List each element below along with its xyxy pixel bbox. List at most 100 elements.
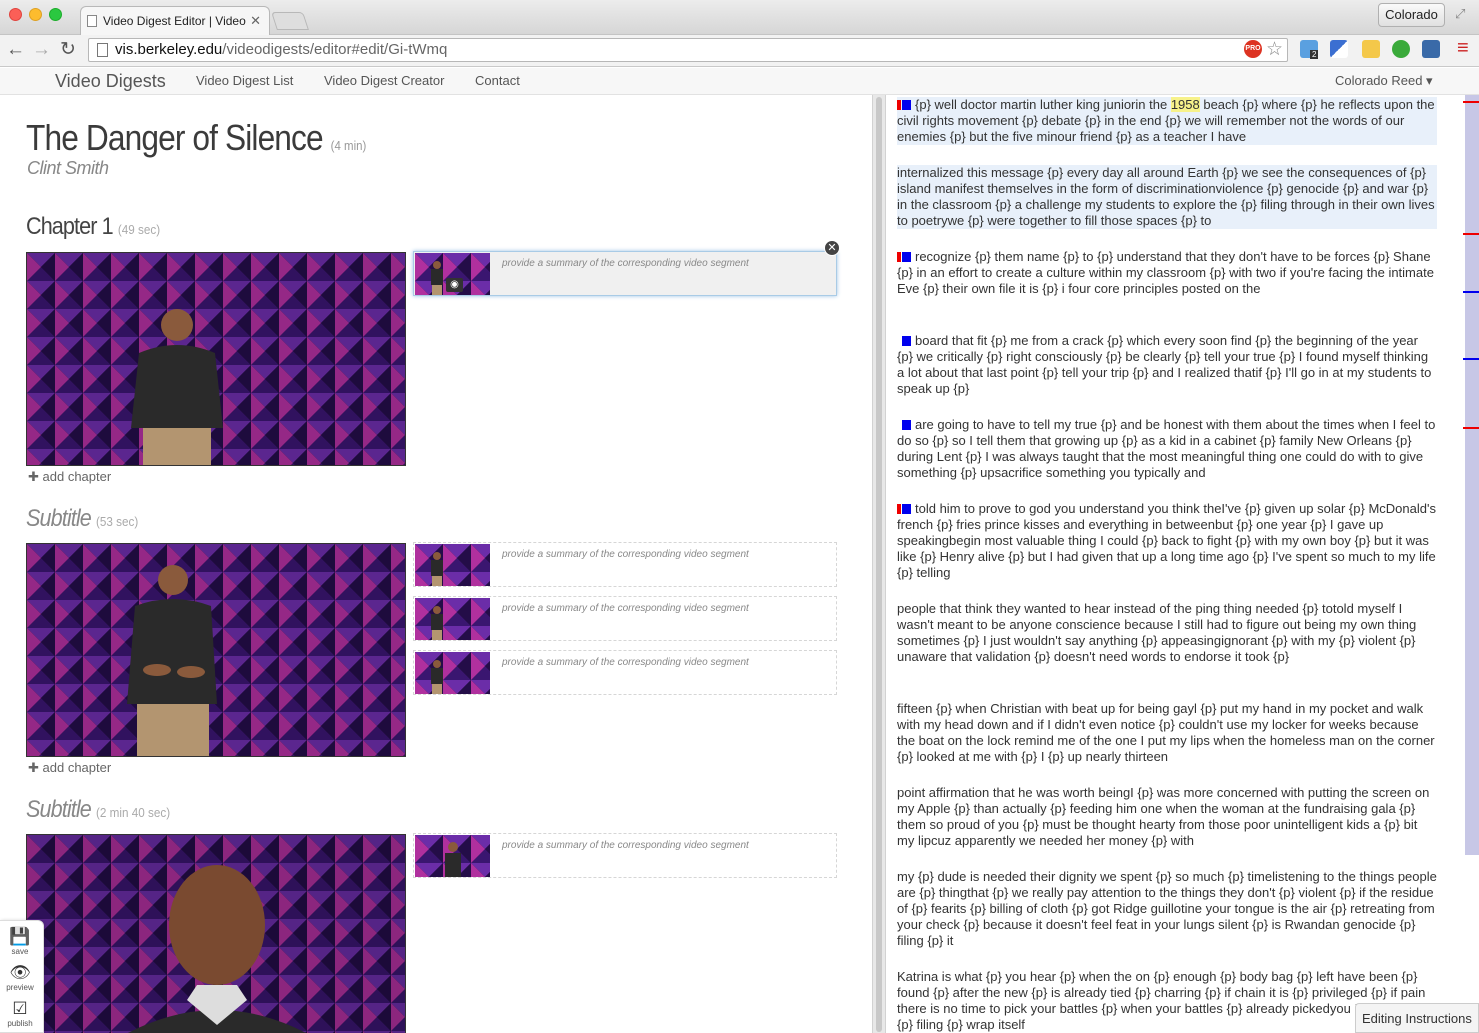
segment-card[interactable]: provide a summary of the corresponding v…	[413, 542, 837, 587]
minimap-subtitle-tick[interactable]	[1463, 291, 1479, 293]
transcript-paragraph[interactable]: recognize {p} them name {p} to {p} under…	[897, 249, 1437, 297]
menu-icon[interactable]: ≡	[1457, 37, 1469, 60]
publish-label: publish	[7, 1019, 33, 1028]
minimize-window-button[interactable]	[29, 8, 42, 21]
tab-title: Video Digest Editor | Video	[103, 14, 246, 28]
page-icon	[97, 43, 108, 57]
digest-duration: (4 min)	[330, 138, 367, 153]
transcript-pane: {p} well doctor martin luther king junio…	[886, 95, 1463, 1033]
minimap-chapter-tick[interactable]	[1463, 427, 1479, 429]
transcript-paragraph[interactable]: my {p} dude is needed their dignity we s…	[897, 869, 1437, 949]
plus-icon: ✚	[28, 469, 43, 484]
video-frame[interactable]	[26, 543, 406, 757]
segment-thumbnail[interactable]	[415, 544, 490, 586]
forward-icon[interactable]: →	[32, 38, 51, 62]
close-tab-icon[interactable]: ✕	[250, 13, 261, 29]
video-frame-image	[27, 544, 405, 756]
zoom-window-button[interactable]	[49, 8, 62, 21]
extension-badge-icon[interactable]: 2	[1300, 40, 1319, 59]
nav-link-digest-list[interactable]: Video Digest List	[196, 73, 293, 88]
segment-summary-input[interactable]: provide a summary of the corresponding v…	[502, 549, 749, 560]
checkbox-icon: ☑	[12, 999, 28, 1018]
subtitle-marker	[902, 336, 911, 346]
segment-thumbnail[interactable]	[415, 598, 490, 640]
extension-grid-icon[interactable]	[1330, 40, 1348, 58]
nav-link-contact[interactable]: Contact	[475, 73, 520, 88]
transcript-paragraph[interactable]: are going to have to tell my true {p} an…	[897, 417, 1437, 481]
publish-button[interactable]: ☑ publish	[0, 999, 40, 1028]
segment-thumbnail[interactable]	[415, 835, 490, 877]
url-host: vis.berkeley.edu	[115, 41, 223, 58]
editing-instructions-button[interactable]: Editing Instructions	[1355, 1003, 1479, 1033]
transcript-paragraph[interactable]: internalized this message {p} every day …	[897, 165, 1437, 229]
minimap-chapter-tick[interactable]	[1463, 101, 1479, 103]
minimap-viewport[interactable]	[1465, 95, 1479, 855]
page-title[interactable]: The Danger of Silence (4 min)	[26, 117, 366, 159]
transcript-paragraph[interactable]: {p} well doctor martin luther king junio…	[897, 97, 1437, 145]
transcript-text: people that think they wanted to hear in…	[897, 601, 1417, 664]
extension-d-icon[interactable]	[1392, 40, 1410, 58]
video-frame[interactable]	[26, 252, 406, 466]
add-chapter-button[interactable]: ✚ add chapter	[28, 760, 111, 776]
transcript-text: {p} well doctor martin luther king junio…	[915, 97, 1171, 112]
nav-link-digest-creator[interactable]: Video Digest Creator	[324, 73, 444, 88]
transcript-paragraph[interactable]: point affirmation that he was worth bein…	[897, 785, 1437, 849]
star-icon[interactable]: ☆	[1266, 38, 1283, 61]
subtitle-heading[interactable]: Subtitle (2 min 40 sec)	[26, 796, 170, 824]
transcript-text: my {p} dude is needed their dignity we s…	[897, 869, 1437, 948]
camera-icon[interactable]: ◉	[446, 278, 463, 292]
subtitle-marker	[902, 504, 911, 514]
segment-card[interactable]: ◉ provide a summary of the corresponding…	[413, 251, 837, 296]
segment-card[interactable]: provide a summary of the corresponding v…	[413, 833, 837, 878]
segment-summary-input[interactable]: provide a summary of the corresponding v…	[502, 840, 749, 851]
pane-divider-scrollbar[interactable]	[872, 95, 886, 1033]
plus-icon: ✚	[28, 760, 43, 775]
preview-button[interactable]: 👁 preview	[0, 963, 40, 992]
digest-editor-pane: The Danger of Silence (4 min) Clint Smit…	[0, 95, 872, 1033]
remove-segment-icon[interactable]: ✕	[824, 240, 840, 256]
minimap-chapter-tick[interactable]	[1463, 233, 1479, 235]
transcript-paragraph[interactable]: told him to prove to god you understand …	[897, 501, 1437, 581]
segment-thumbnail[interactable]	[415, 652, 490, 694]
transcript-paragraph[interactable]: board that fit {p} me from a crack {p} w…	[897, 333, 1437, 397]
segment-summary-input[interactable]: provide a summary of the corresponding v…	[502, 657, 749, 668]
browser-tab[interactable]: Video Digest Editor | Video ✕	[80, 6, 270, 36]
chapter-title: Chapter 1	[26, 213, 114, 240]
segment-card[interactable]: provide a summary of the corresponding v…	[413, 650, 837, 695]
back-icon[interactable]: ←	[6, 38, 25, 62]
transcript-paragraph[interactable]: fifteen {p} when Christian with beat up …	[897, 701, 1437, 765]
reload-icon[interactable]: ↻	[60, 38, 76, 62]
extension-chart-icon[interactable]	[1422, 40, 1440, 58]
subtitle-marker	[902, 100, 911, 110]
address-bar[interactable]: vis.berkeley.edu/videodigests/editor#edi…	[88, 38, 1288, 62]
segment-card[interactable]: provide a summary of the corresponding v…	[413, 596, 837, 641]
subtitle-marker	[902, 420, 911, 430]
browser-titlebar: Video Digest Editor | Video ✕ Colorado ⤢	[0, 0, 1479, 36]
subtitle-heading[interactable]: Subtitle (53 sec)	[26, 505, 138, 533]
user-menu[interactable]: Colorado Reed ▾	[1335, 73, 1433, 89]
transcript-text: told him to prove to god you understand …	[897, 501, 1436, 580]
transcript-minimap[interactable]	[1463, 95, 1479, 1033]
subtitle-duration: (53 sec)	[95, 514, 139, 529]
fullscreen-icon[interactable]: ⤢	[1455, 6, 1465, 22]
brand-link[interactable]: Video Digests	[55, 71, 166, 92]
add-chapter-label: add chapter	[42, 469, 112, 484]
save-button[interactable]: 💾 save	[0, 927, 40, 956]
highlighted-keyword: 1958	[1170, 97, 1200, 112]
speaker-name[interactable]: Clint Smith	[27, 158, 109, 179]
close-window-button[interactable]	[9, 8, 22, 21]
scrollbar-thumb[interactable]	[876, 97, 882, 1032]
extension-star-icon[interactable]	[1362, 40, 1380, 58]
pro-extension-icon[interactable]: PRO	[1244, 40, 1262, 58]
chapter-heading[interactable]: Chapter 1 (49 sec)	[26, 213, 160, 241]
new-tab-button[interactable]	[271, 12, 309, 30]
add-chapter-button[interactable]: ✚ add chapter	[28, 469, 111, 485]
segment-summary-input[interactable]: provide a summary of the corresponding v…	[502, 603, 749, 614]
segment-summary-input[interactable]: provide a summary of the corresponding v…	[502, 258, 749, 269]
video-frame[interactable]	[26, 834, 406, 1033]
subtitle-title: Subtitle	[26, 505, 92, 532]
minimap-subtitle-tick[interactable]	[1463, 358, 1479, 360]
profile-button[interactable]: Colorado	[1378, 3, 1445, 27]
transcript-paragraph[interactable]: people that think they wanted to hear in…	[897, 601, 1437, 665]
save-label: save	[11, 947, 29, 956]
